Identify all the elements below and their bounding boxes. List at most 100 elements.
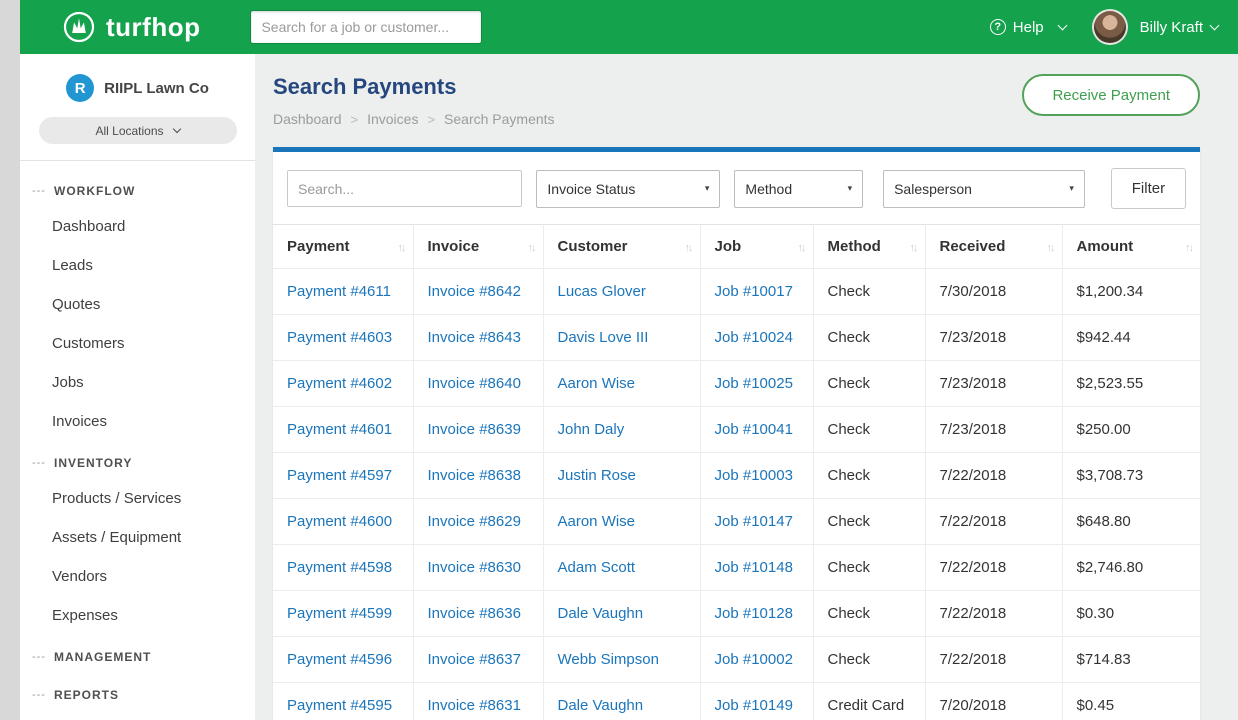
- received-cell: 7/22/2018: [925, 545, 1062, 591]
- column-header-received[interactable]: Received↑↓: [925, 225, 1062, 269]
- job-link[interactable]: Job #10128: [715, 605, 793, 622]
- column-header-method[interactable]: Method↑↓: [813, 225, 925, 269]
- invoice-link[interactable]: Invoice #8640: [428, 375, 521, 392]
- table-search-input[interactable]: [287, 170, 522, 207]
- sidebar-item-vendors[interactable]: Vendors: [20, 557, 255, 596]
- invoice-status-select[interactable]: Invoice Status ▾: [536, 170, 720, 208]
- received-cell: 7/23/2018: [925, 407, 1062, 453]
- sort-icon[interactable]: ↑↓: [1047, 242, 1054, 254]
- payment-link[interactable]: Payment #4602: [287, 375, 392, 392]
- sort-icon[interactable]: ↑↓: [1185, 242, 1192, 254]
- sidebar-item-assets-equipment[interactable]: Assets / Equipment: [20, 518, 255, 557]
- column-header-payment[interactable]: Payment↑↓: [273, 225, 413, 269]
- user-avatar[interactable]: [1092, 9, 1128, 45]
- sidebar-item-quotes[interactable]: Quotes: [20, 285, 255, 324]
- help-menu[interactable]: ? Help: [990, 19, 1066, 36]
- column-header-amount[interactable]: Amount↑↓: [1062, 225, 1200, 269]
- payment-link[interactable]: Payment #4601: [287, 421, 392, 438]
- invoice-link[interactable]: Invoice #8639: [428, 421, 521, 438]
- received-cell: 7/23/2018: [925, 361, 1062, 407]
- job-link[interactable]: Job #10147: [715, 513, 793, 530]
- sidebar-item-jobs[interactable]: Jobs: [20, 363, 255, 402]
- payment-link[interactable]: Payment #4603: [287, 329, 392, 346]
- sidebar: R RIIPL Lawn Co All Locations --- WORKFL…: [20, 54, 255, 720]
- sidebar-item-leads[interactable]: Leads: [20, 246, 255, 285]
- payment-link[interactable]: Payment #4600: [287, 513, 392, 530]
- invoice-link[interactable]: Invoice #8629: [428, 513, 521, 530]
- method-cell: Check: [813, 453, 925, 499]
- customer-link[interactable]: Dale Vaughn: [558, 605, 644, 622]
- left-gutter: [0, 0, 20, 720]
- filter-button[interactable]: Filter: [1111, 168, 1186, 209]
- customer-link[interactable]: Justin Rose: [558, 467, 636, 484]
- job-link[interactable]: Job #10149: [715, 697, 793, 714]
- job-link[interactable]: Job #10003: [715, 467, 793, 484]
- invoice-link[interactable]: Invoice #8636: [428, 605, 521, 622]
- customer-link[interactable]: Webb Simpson: [558, 651, 659, 668]
- invoice-link[interactable]: Invoice #8638: [428, 467, 521, 484]
- method-select[interactable]: Method ▾: [734, 170, 863, 208]
- sidebar-item-products-services[interactable]: Products / Services: [20, 479, 255, 518]
- salesperson-select[interactable]: Salesperson ▾: [883, 170, 1085, 208]
- breadcrumb-dashboard[interactable]: Dashboard: [273, 111, 342, 127]
- topbar-right: ? Help Billy Kraft: [990, 9, 1218, 45]
- invoice-link[interactable]: Invoice #8637: [428, 651, 521, 668]
- payment-link[interactable]: Payment #4611: [287, 283, 391, 300]
- customer-link[interactable]: John Daly: [558, 421, 625, 438]
- payment-link[interactable]: Payment #4598: [287, 559, 392, 576]
- sort-icon[interactable]: ↑↓: [398, 242, 405, 254]
- invoice-link[interactable]: Invoice #8643: [428, 329, 521, 346]
- payment-link[interactable]: Payment #4595: [287, 697, 392, 714]
- method-cell: Check: [813, 269, 925, 315]
- payment-link[interactable]: Payment #4597: [287, 467, 392, 484]
- help-icon: ?: [990, 19, 1006, 35]
- locations-label: All Locations: [95, 124, 163, 138]
- job-link[interactable]: Job #10002: [715, 651, 793, 668]
- sort-icon[interactable]: ↑↓: [798, 242, 805, 254]
- app-frame: turfhop ? Help Billy Kraft: [20, 0, 1238, 720]
- invoice-link[interactable]: Invoice #8630: [428, 559, 521, 576]
- method-cell: Check: [813, 361, 925, 407]
- locations-selector[interactable]: All Locations: [39, 117, 237, 144]
- amount-cell: $942.44: [1062, 315, 1200, 361]
- customer-link[interactable]: Lucas Glover: [558, 283, 646, 300]
- received-cell: 7/22/2018: [925, 637, 1062, 683]
- customer-link[interactable]: Aaron Wise: [558, 375, 636, 392]
- sort-icon[interactable]: ↑↓: [685, 242, 692, 254]
- breadcrumb-invoices[interactable]: Invoices: [367, 111, 418, 127]
- brand-logo[interactable]: turfhop: [62, 10, 200, 44]
- column-header-invoice[interactable]: Invoice↑↓: [413, 225, 543, 269]
- sort-icon[interactable]: ↑↓: [528, 242, 535, 254]
- sidebar-item-customers[interactable]: Customers: [20, 324, 255, 363]
- customer-link[interactable]: Dale Vaughn: [558, 697, 644, 714]
- sidebar-item-expenses[interactable]: Expenses: [20, 596, 255, 635]
- customer-link[interactable]: Adam Scott: [558, 559, 636, 576]
- sort-icon[interactable]: ↑↓: [910, 242, 917, 254]
- company-header[interactable]: R RIIPL Lawn Co: [36, 74, 239, 102]
- sidebar-item-dashboard[interactable]: Dashboard: [20, 207, 255, 246]
- section-dashes-icon: ---: [32, 185, 46, 197]
- customer-link[interactable]: Davis Love III: [558, 329, 649, 346]
- invoice-link[interactable]: Invoice #8642: [428, 283, 521, 300]
- table-row: Payment #4602 Invoice #8640 Aaron Wise J…: [273, 361, 1200, 407]
- job-link[interactable]: Job #10024: [715, 329, 793, 346]
- payment-link[interactable]: Payment #4599: [287, 605, 392, 622]
- job-link[interactable]: Job #10041: [715, 421, 793, 438]
- column-header-customer[interactable]: Customer↑↓: [543, 225, 700, 269]
- method-cell: Check: [813, 545, 925, 591]
- job-link[interactable]: Job #10017: [715, 283, 793, 300]
- chevron-down-icon: [1057, 21, 1067, 31]
- payment-link[interactable]: Payment #4596: [287, 651, 392, 668]
- receive-payment-button[interactable]: Receive Payment: [1022, 74, 1200, 116]
- invoice-link[interactable]: Invoice #8631: [428, 697, 521, 714]
- job-link[interactable]: Job #10148: [715, 559, 793, 576]
- job-link[interactable]: Job #10025: [715, 375, 793, 392]
- column-header-job[interactable]: Job↑↓: [700, 225, 813, 269]
- global-search-input[interactable]: [250, 10, 482, 44]
- user-menu[interactable]: Billy Kraft: [1140, 19, 1218, 36]
- method-cell: Check: [813, 591, 925, 637]
- select-caret-icon: ▾: [705, 183, 710, 194]
- sidebar-item-invoices[interactable]: Invoices: [20, 402, 255, 441]
- customer-link[interactable]: Aaron Wise: [558, 513, 636, 530]
- amount-cell: $3,708.73: [1062, 453, 1200, 499]
